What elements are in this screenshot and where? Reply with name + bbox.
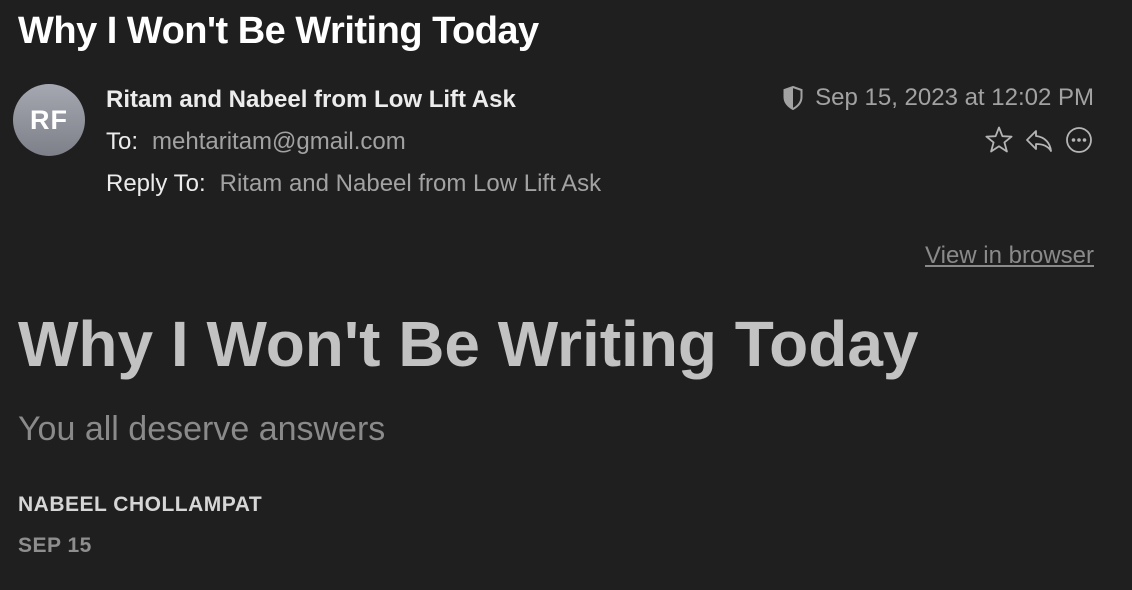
post-date: SEP 15	[18, 534, 92, 557]
reply-icon[interactable]	[1024, 125, 1054, 155]
email-subject: Why I Won't Be Writing Today	[18, 10, 539, 52]
view-in-browser-link[interactable]: View in browser	[925, 242, 1094, 270]
reply-to-address[interactable]: Ritam and Nabeel from Low Lift Ask	[220, 170, 602, 197]
post-author[interactable]: NABEEL CHOLLAMPAT	[18, 493, 262, 517]
shield-icon	[783, 86, 803, 110]
email-date: Sep 15, 2023 at 12:02 PM	[815, 84, 1094, 111]
avatar: RF	[13, 84, 85, 156]
avatar-initials: RF	[30, 104, 68, 135]
post-headline[interactable]: Why I Won't Be Writing Today	[18, 307, 919, 381]
sender-name[interactable]: Ritam and Nabeel from Low Lift Ask	[106, 86, 516, 114]
date-area: Sep 15, 2023 at 12:02 PM	[783, 84, 1094, 112]
to-row: To: mehtaritam@gmail.com	[106, 128, 406, 156]
reply-to-label: Reply To:	[106, 170, 206, 197]
star-icon[interactable]	[984, 125, 1014, 155]
reply-to-row: Reply To: Ritam and Nabeel from Low Lift …	[106, 170, 601, 198]
post-subtitle: You all deserve answers	[18, 410, 386, 448]
more-icon[interactable]	[1064, 125, 1094, 155]
message-actions	[984, 125, 1094, 155]
to-label: To:	[106, 128, 139, 155]
to-address[interactable]: mehtaritam@gmail.com	[152, 128, 406, 155]
